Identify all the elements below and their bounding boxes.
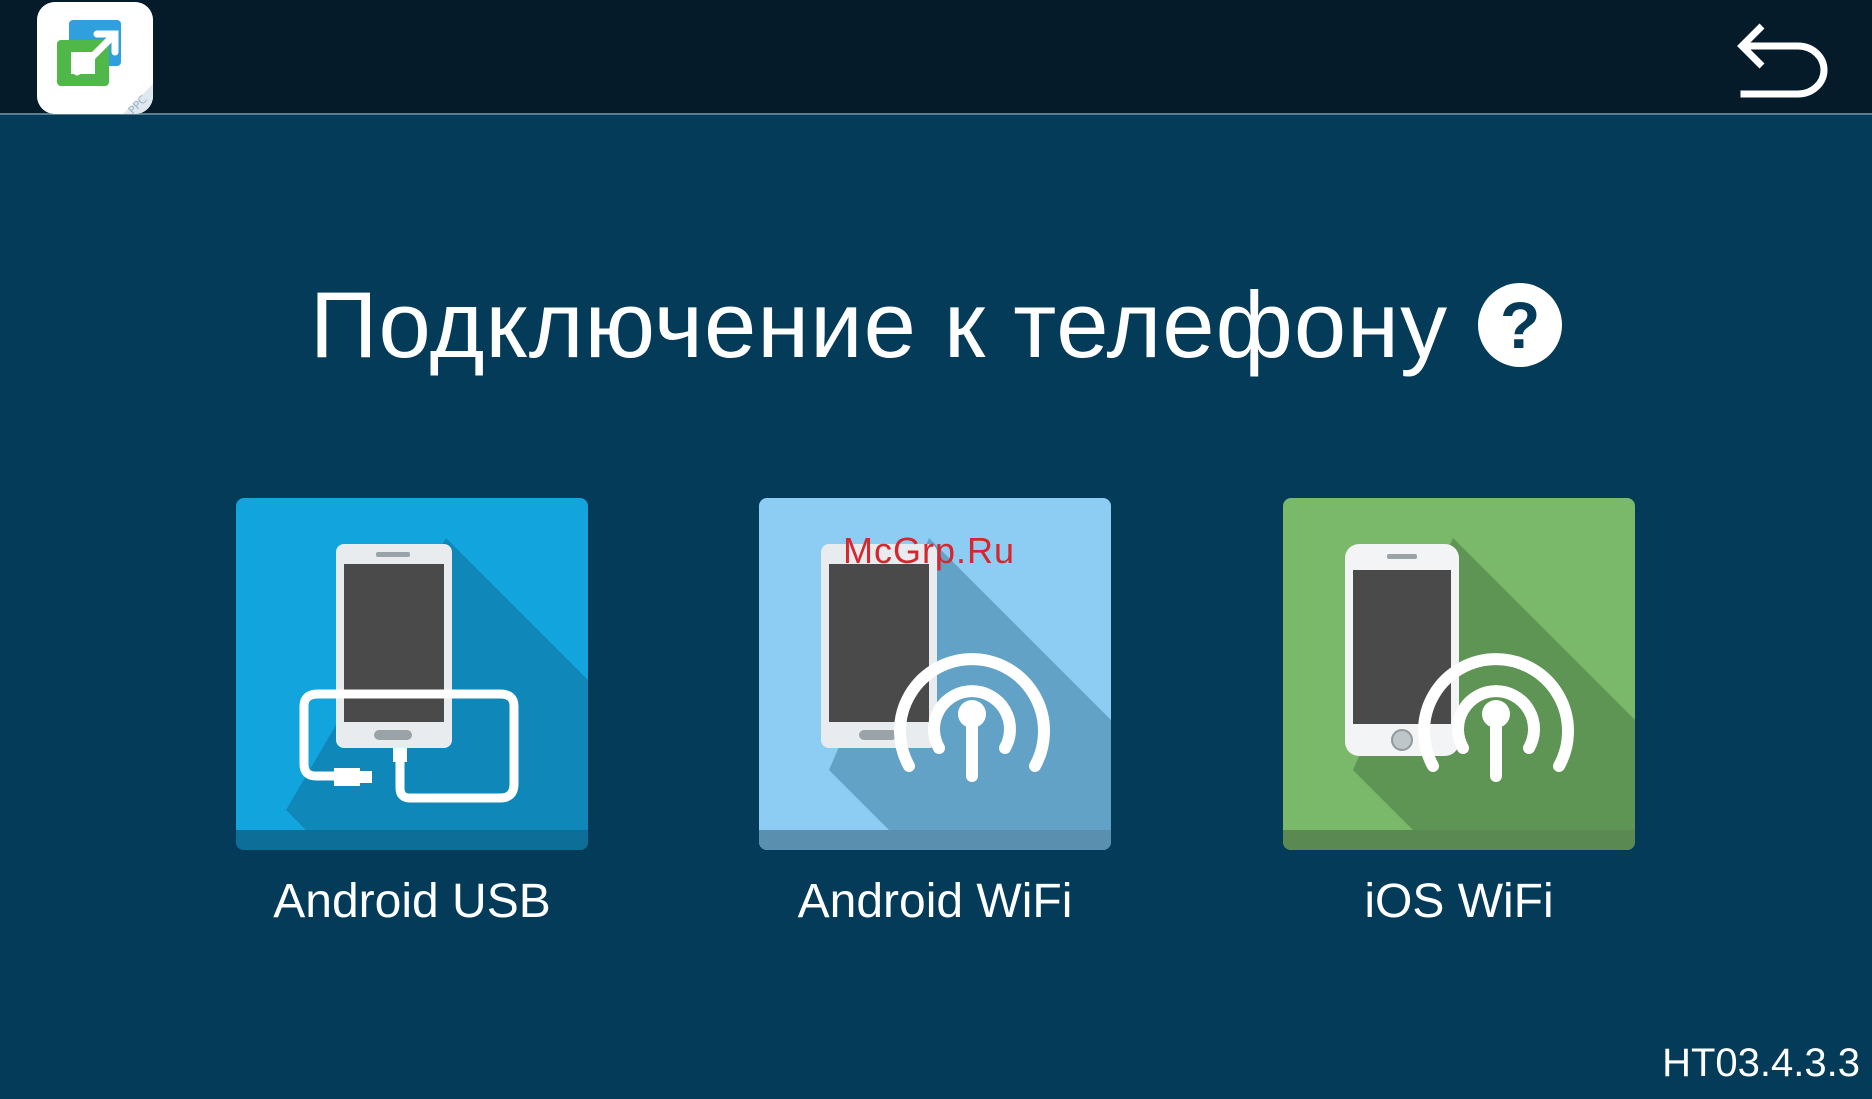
android-usb-label: Android USB — [273, 875, 551, 928]
ios-wifi-card[interactable] — [1283, 498, 1635, 850]
top-bar: PPC — [0, 0, 1872, 115]
version-label: HT03.4.3.3 — [1662, 1041, 1860, 1085]
back-arrow-icon — [1737, 23, 1828, 98]
phone-connection-screen: PPC Подключение к телефону ? Android USB… — [0, 0, 1872, 1099]
page-title: Подключение к телефону — [309, 272, 1449, 377]
title-row: Подключение к телефону ? — [0, 270, 1872, 380]
ios-wifi-label: iOS WiFi — [1364, 875, 1554, 928]
help-icon[interactable]: ? — [1478, 283, 1563, 367]
android-usb-icon — [236, 498, 588, 850]
ios-wifi-tile[interactable]: iOS WiFi — [1283, 498, 1635, 930]
android-usb-card[interactable] — [236, 498, 588, 850]
android-wifi-label: Android WiFi — [797, 875, 1073, 928]
watermark-text: McGrp.Ru — [843, 530, 1016, 571]
app-icon: PPC — [37, 2, 153, 114]
back-button[interactable] — [1728, 18, 1832, 98]
android-usb-tile[interactable]: Android USB — [236, 498, 588, 930]
ios-wifi-icon — [1283, 498, 1635, 850]
